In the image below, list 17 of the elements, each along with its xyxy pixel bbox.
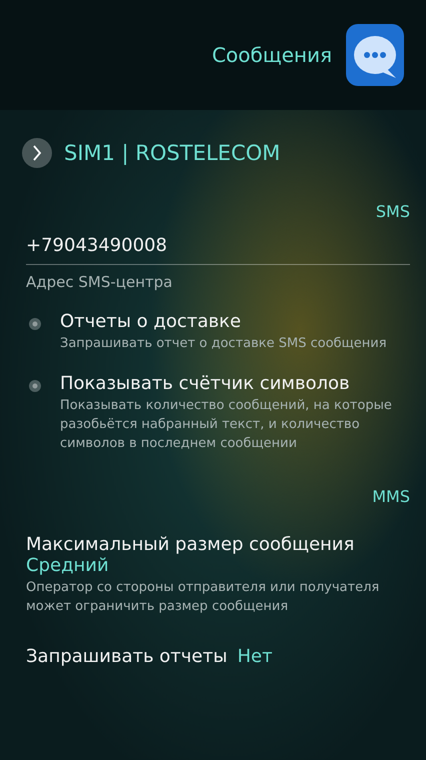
chat-bubble-icon <box>346 24 404 86</box>
setting-description: Оператор со стороны отправителя или получателя может ограничить размер сообщения <box>26 579 380 616</box>
setting-title[interactable]: Отчеты о доставке <box>60 311 387 332</box>
section-header: MMS <box>371 487 411 506</box>
setting-description: Показывать количество сообщений, на которые разобьётся набранный текст, и количество символов в последнем сообщении <box>60 397 393 453</box>
setting-description: Запрашивать отчет о доставке SMS сообщения <box>60 335 387 353</box>
sms-center-field[interactable]: +79043490008 <box>26 235 410 265</box>
field-label: Адрес SMS-центра <box>26 273 174 291</box>
screen-title: Сообщения <box>212 43 332 67</box>
setting-value: Нет <box>237 646 272 667</box>
setting-value: Средний <box>26 555 110 576</box>
setting-title[interactable]: Максимальный размер сообщения <box>26 534 414 555</box>
section-header: SMS <box>374 202 411 221</box>
setting-title[interactable]: Запрашивать отчеты <box>26 646 228 667</box>
sim-label[interactable]: SIM1 | ROSTELECOM <box>64 141 280 165</box>
setting-title[interactable]: Показывать счётчик символов <box>60 373 406 394</box>
chevron-icon[interactable] <box>22 138 52 168</box>
